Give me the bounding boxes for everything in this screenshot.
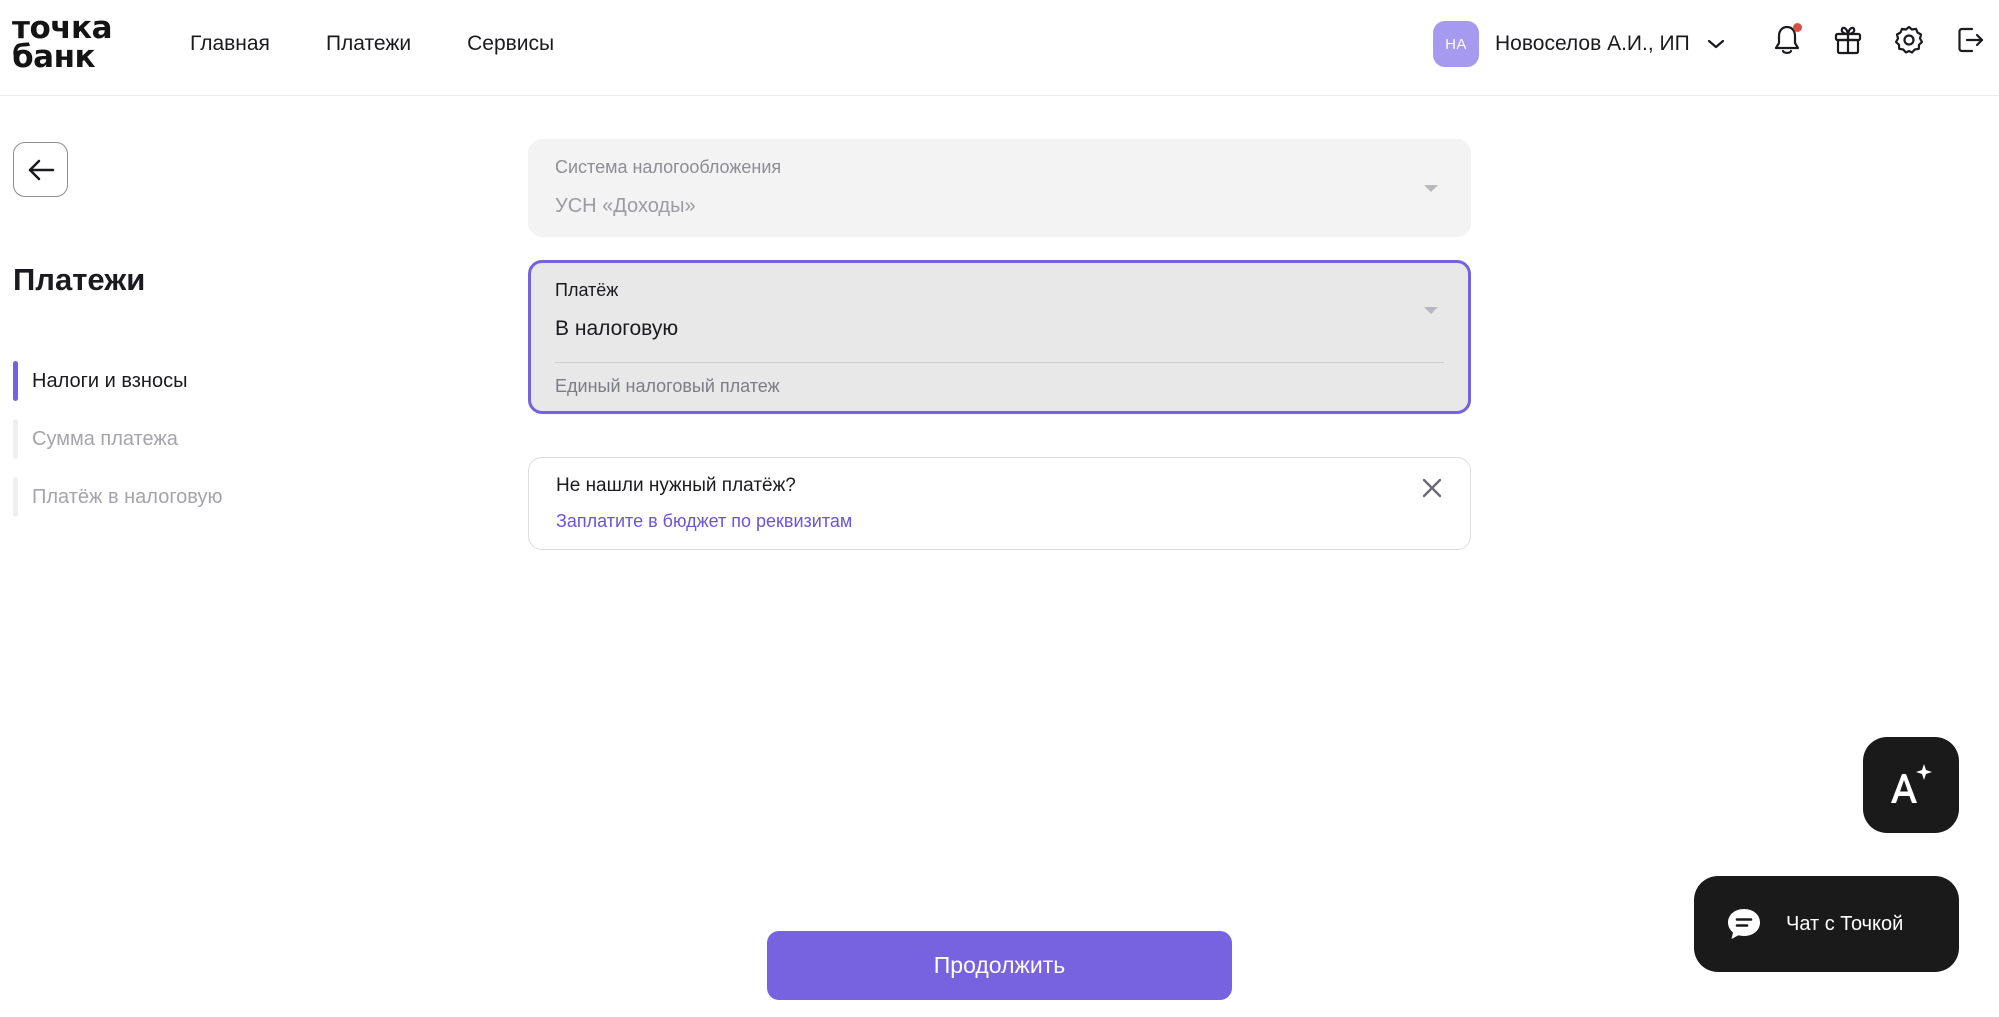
pay-by-requisites-link[interactable]: Заплатите в бюджет по реквизитам	[556, 511, 852, 532]
ai-assistant-button[interactable]	[1863, 737, 1959, 833]
notification-dot	[1793, 23, 1802, 32]
back-button[interactable]	[13, 142, 68, 197]
notice-title: Не нашли нужный платёж?	[556, 475, 796, 496]
close-icon[interactable]	[1418, 474, 1446, 502]
logo-line-2: банк	[12, 39, 96, 75]
page-title: Платежи	[13, 262, 146, 297]
nav-item-payments[interactable]: Платежи	[326, 32, 411, 56]
top-header: точка банк Главная Платежи Сервисы НА Но…	[0, 0, 1999, 96]
main-nav: Главная Платежи Сервисы	[190, 0, 554, 88]
caret-down-icon	[1424, 185, 1438, 192]
step-amount[interactable]: Сумма платежа	[13, 419, 222, 459]
chat-bubble-icon	[1724, 904, 1764, 944]
field-divider	[555, 362, 1444, 363]
logout-icon[interactable]	[1952, 22, 1988, 58]
continue-button[interactable]: Продолжить	[767, 931, 1232, 1000]
account-name: Новоселов А.И., ИП	[1495, 32, 1690, 55]
arrow-left-icon	[28, 159, 54, 180]
tax-system-value: УСН «Доходы»	[555, 195, 696, 217]
step-tax-payment[interactable]: Платёж в налоговую	[13, 477, 222, 517]
tax-system-label: Система налогообложения	[555, 157, 782, 177]
avatar: НА	[1433, 21, 1479, 67]
payment-label: Платёж	[555, 280, 619, 300]
ai-sparkle-icon	[1891, 764, 1932, 803]
chat-label: Чат с Точкой	[1786, 912, 1904, 935]
nav-item-home[interactable]: Главная	[190, 32, 270, 56]
step-list: Налоги и взносы Сумма платежа Платёж в н…	[13, 361, 222, 535]
payment-select[interactable]: Платёж В налоговую Единый налоговый плат…	[528, 260, 1471, 414]
tax-system-select[interactable]: Система налогообложения УСН «Доходы»	[528, 139, 1471, 237]
gear-icon[interactable]	[1891, 22, 1927, 58]
account-switcher[interactable]: НА Новоселов А.И., ИП	[1433, 21, 1726, 67]
caret-down-icon	[1424, 307, 1438, 314]
nav-item-services[interactable]: Сервисы	[467, 32, 554, 56]
payment-hint: Единый налоговый платеж	[555, 376, 780, 396]
chevron-down-icon	[1706, 34, 1726, 54]
payment-not-found-notice: Не нашли нужный платёж? Заплатите в бюдж…	[528, 457, 1471, 550]
bell-icon[interactable]	[1769, 22, 1805, 58]
payment-value: В налоговую	[555, 317, 679, 340]
step-taxes[interactable]: Налоги и взносы	[13, 361, 222, 401]
chat-button[interactable]: Чат с Точкой	[1694, 876, 1959, 972]
gift-icon[interactable]	[1830, 22, 1866, 58]
bank-logo[interactable]: точка банк	[12, 13, 113, 75]
